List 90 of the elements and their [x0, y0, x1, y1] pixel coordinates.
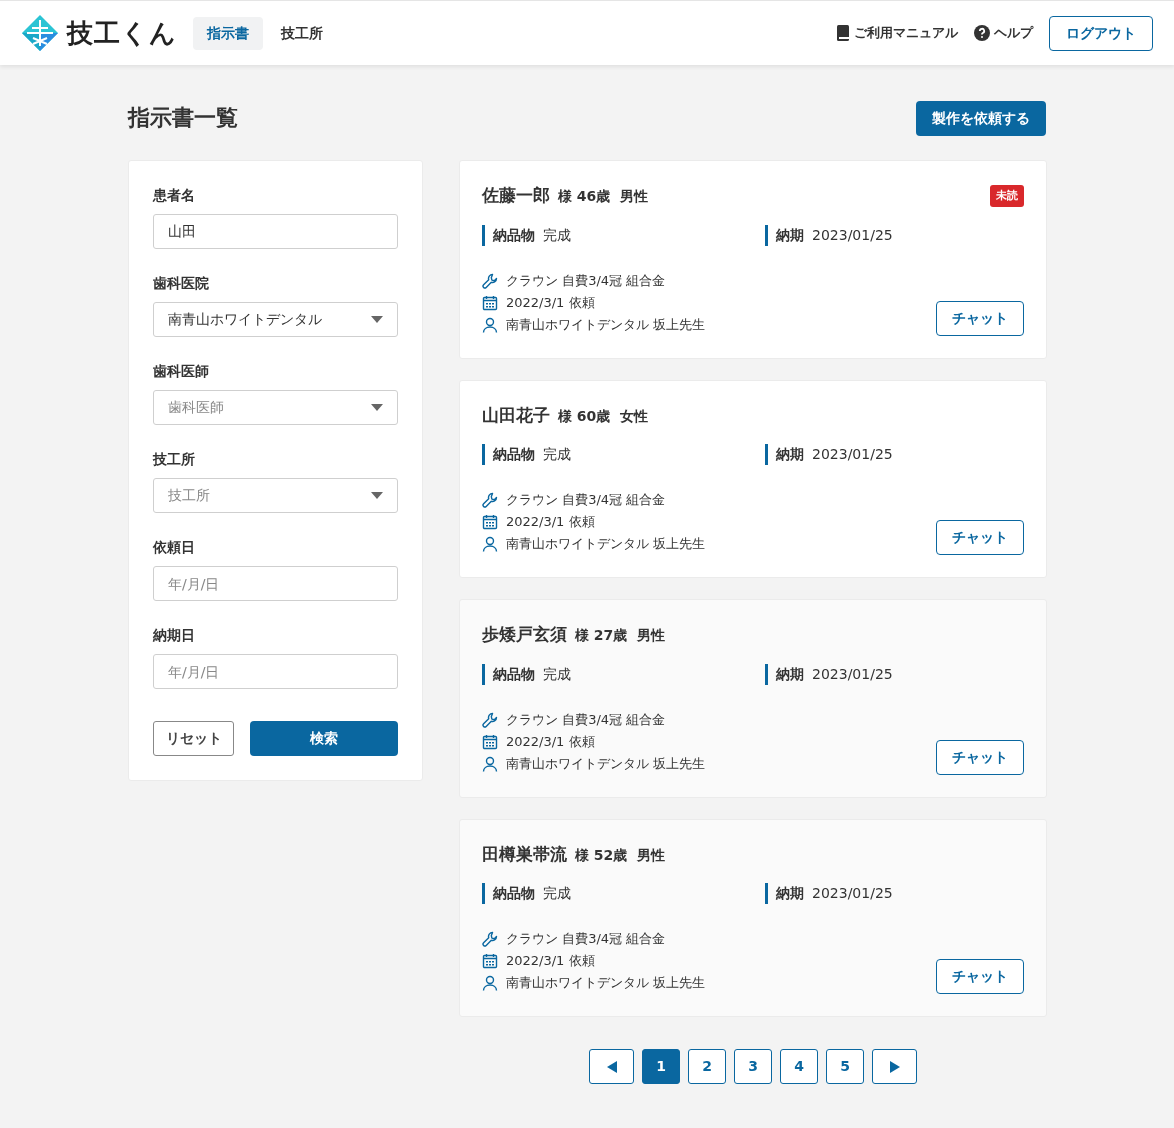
- delivery-label: 納品物: [482, 444, 535, 465]
- clinic-doctor: 南青山ホワイトデンタル 坂上先生: [506, 315, 706, 334]
- request-date: 2022/3/1 依頼: [506, 293, 595, 312]
- date-field[interactable]: 年/月/日: [153, 566, 398, 601]
- patient-info: 様 60歳 女性: [558, 406, 649, 426]
- patient-info: 様 46歳 男性: [558, 187, 649, 206]
- wrench-icon: [482, 711, 498, 728]
- wrench-icon: [482, 931, 498, 947]
- delivery-value: 完成: [543, 225, 571, 245]
- help-icon: [974, 25, 990, 41]
- book-icon: [836, 25, 850, 41]
- calendar-icon: [482, 733, 498, 750]
- calendar-icon: [482, 514, 498, 530]
- chat-button[interactable]: チャット: [936, 959, 1024, 994]
- delivery-value: 完成: [543, 445, 571, 464]
- logo-text: 技工くん: [67, 16, 177, 50]
- select-field[interactable]: 歯科医師: [153, 390, 398, 425]
- person-icon: [482, 536, 498, 552]
- person-icon: [482, 755, 498, 772]
- text-field[interactable]: 山田: [153, 214, 398, 249]
- due-value: 2023/01/25: [812, 664, 893, 684]
- due-label: 納期: [765, 224, 804, 246]
- field-label: 歯科医院: [153, 274, 210, 293]
- delivery-label: 納品物: [482, 663, 535, 685]
- search-button[interactable]: 検索: [250, 721, 398, 756]
- calendar-icon: [482, 294, 498, 311]
- next-page-button[interactable]: [872, 1049, 917, 1084]
- delivery-value: 完成: [543, 884, 571, 903]
- delivery-value: 完成: [543, 664, 571, 684]
- clinic-doctor: 南青山ホワイトデンタル 坂上先生: [506, 754, 706, 773]
- due-value: 2023/01/25: [812, 884, 893, 903]
- page-button[interactable]: 2: [688, 1049, 726, 1084]
- patient-name: 田樽巣帯流: [482, 842, 567, 866]
- nav-tab[interactable]: 技工所: [267, 16, 337, 50]
- chat-button[interactable]: チャット: [936, 300, 1024, 336]
- clinic-doctor: 南青山ホワイトデンタル 坂上先生: [506, 535, 706, 553]
- delivery-label: 納品物: [482, 883, 535, 904]
- wrench-icon: [482, 492, 498, 508]
- page-title: 指示書一覧: [128, 105, 238, 132]
- patient-name: 佐藤一郎: [482, 184, 550, 207]
- item-text: クラウン 自費3/4冠 組合金: [506, 930, 666, 948]
- field-label: 技工所: [153, 450, 196, 469]
- unread-badge: 未読: [990, 184, 1024, 207]
- item-text: クラウン 自費3/4冠 組合金: [506, 491, 666, 509]
- wrench-icon: [482, 272, 498, 289]
- person-icon: [482, 316, 498, 333]
- chat-button[interactable]: チャット: [936, 520, 1024, 555]
- field-label: 依頼日: [153, 538, 196, 557]
- chat-button[interactable]: チャット: [936, 739, 1024, 775]
- calendar-icon: [482, 953, 498, 969]
- right-triangle-icon: [889, 1060, 900, 1073]
- due-value: 2023/01/25: [812, 445, 893, 464]
- patient-name: 山田花子: [482, 403, 550, 427]
- request-date: 2022/3/1 依頼: [506, 952, 595, 970]
- due-label: 納期: [765, 883, 804, 904]
- delivery-label: 納品物: [482, 224, 535, 246]
- help-link[interactable]: ヘルプ: [974, 23, 1033, 43]
- person-icon: [482, 975, 498, 991]
- field-label: 患者名: [153, 186, 196, 205]
- patient-info: 様 27歳 男性: [575, 626, 666, 645]
- left-triangle-icon: [606, 1060, 617, 1073]
- caret-icon: [371, 404, 383, 411]
- caret-icon: [371, 492, 383, 499]
- page-button[interactable]: 5: [826, 1049, 864, 1084]
- page-button[interactable]: 1: [642, 1049, 680, 1084]
- patient-name: 歩矮戸玄須: [482, 623, 567, 646]
- field-label: 納期日: [153, 626, 196, 645]
- patient-info: 様 52歳 男性: [575, 845, 666, 865]
- manual-link[interactable]: ご利用マニュアル: [836, 23, 958, 43]
- due-value: 2023/01/25: [812, 225, 893, 245]
- logo-icon: [21, 14, 59, 52]
- nav-tab[interactable]: 指示書: [193, 16, 263, 50]
- caret-icon: [371, 316, 383, 323]
- due-label: 納期: [765, 444, 804, 465]
- item-text: クラウン 自費3/4冠 組合金: [506, 271, 666, 290]
- field-label: 歯科医師: [153, 362, 210, 381]
- logout-button[interactable]: ログアウト: [1049, 15, 1153, 51]
- due-label: 納期: [765, 663, 804, 685]
- request-date: 2022/3/1 依頼: [506, 513, 595, 531]
- create-request-button[interactable]: 製作を依頼する: [916, 101, 1046, 136]
- previous-page-button[interactable]: [589, 1049, 634, 1084]
- select-field[interactable]: 南青山ホワイトデンタル: [153, 302, 398, 337]
- request-date: 2022/3/1 依頼: [506, 732, 595, 751]
- item-text: クラウン 自費3/4冠 組合金: [506, 710, 666, 729]
- clinic-doctor: 南青山ホワイトデンタル 坂上先生: [506, 974, 706, 992]
- page-button[interactable]: 3: [734, 1049, 772, 1084]
- select-field[interactable]: 技工所: [153, 478, 398, 513]
- page-button[interactable]: 4: [780, 1049, 818, 1084]
- date-field[interactable]: 年/月/日: [153, 654, 398, 689]
- reset-button[interactable]: リセット: [153, 721, 234, 756]
